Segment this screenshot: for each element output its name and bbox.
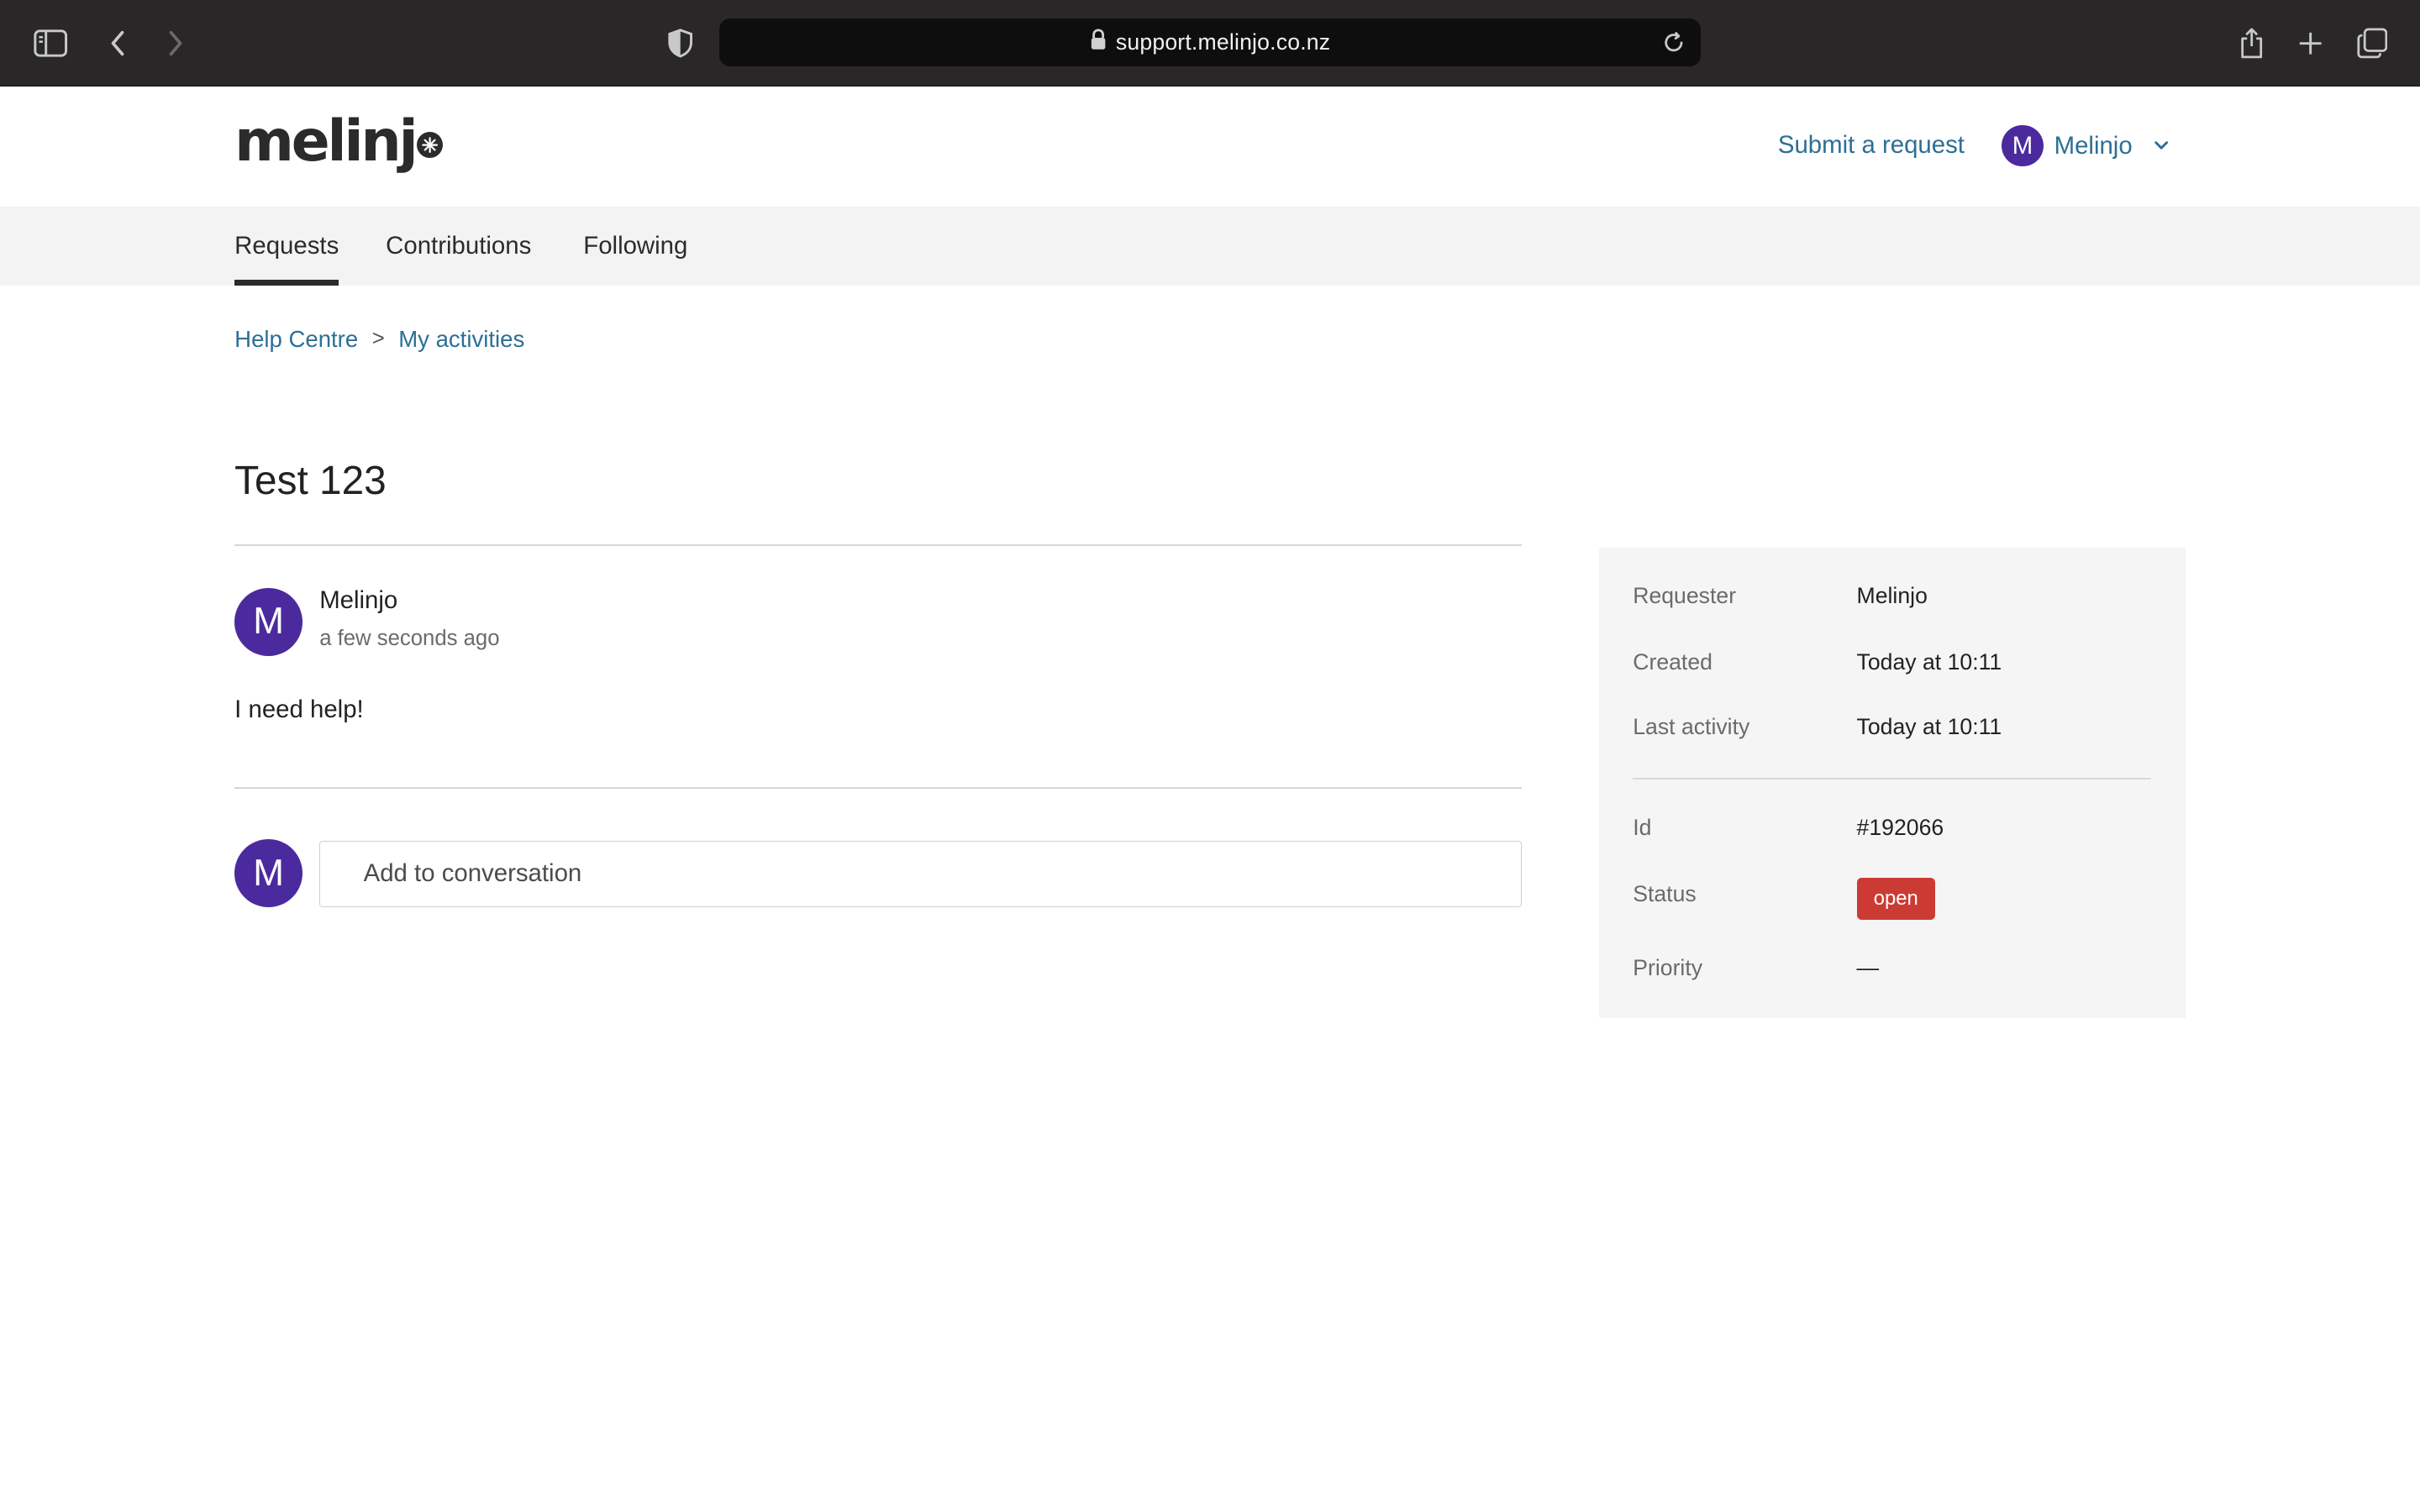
breadcrumb-my-activities[interactable]: My activities bbox=[398, 326, 524, 353]
logo-mark-icon bbox=[417, 132, 444, 159]
id-label: Id bbox=[1633, 814, 1652, 840]
address-bar[interactable]: support.melinjo.co.nz bbox=[718, 18, 1702, 66]
request-details-panel: Requester Melinjo Created Today at 10:11… bbox=[1598, 548, 2186, 1019]
tab-following[interactable]: Following bbox=[583, 207, 687, 286]
share-icon[interactable] bbox=[2230, 22, 2273, 65]
priority-label: Priority bbox=[1633, 954, 1703, 980]
submit-request-link[interactable]: Submit a request bbox=[1778, 131, 1965, 160]
comment-time: a few seconds ago bbox=[319, 626, 500, 650]
add-to-conversation-input[interactable] bbox=[319, 841, 1522, 907]
priority-value: — bbox=[1856, 954, 1880, 980]
divider bbox=[234, 544, 1522, 547]
divider bbox=[234, 786, 1522, 789]
last-activity-label: Last activity bbox=[1633, 714, 1750, 740]
requester-label: Requester bbox=[1633, 583, 1737, 609]
status-label: Status bbox=[1633, 880, 1697, 906]
logo-text: melinj bbox=[234, 108, 418, 176]
user-name: Melinjo bbox=[2054, 131, 2133, 160]
reply-avatar: M bbox=[234, 839, 302, 907]
status-badge: open bbox=[1856, 878, 1936, 920]
url-text: support.melinjo.co.nz bbox=[1115, 29, 1331, 55]
plus-icon[interactable] bbox=[2289, 22, 2332, 65]
tab-requests[interactable]: Requests bbox=[234, 207, 339, 286]
lock-icon bbox=[1090, 29, 1107, 57]
comment-body: I need help! bbox=[234, 696, 364, 724]
browser-toolbar: support.melinjo.co.nz bbox=[0, 0, 2420, 87]
id-value: #192066 bbox=[1856, 814, 1944, 840]
requester-value: Melinjo bbox=[1856, 583, 1928, 609]
tab-contributions[interactable]: Contributions bbox=[386, 207, 531, 286]
breadcrumb-help-centre[interactable]: Help Centre bbox=[234, 326, 358, 353]
shield-icon[interactable] bbox=[659, 22, 702, 65]
chevron-left-icon[interactable] bbox=[96, 22, 139, 65]
chevron-right-icon[interactable] bbox=[155, 22, 197, 65]
comment-avatar: M bbox=[234, 587, 302, 656]
chevron-down-icon bbox=[2154, 140, 2169, 151]
logo[interactable]: melinj bbox=[234, 108, 444, 176]
created-value: Today at 10:11 bbox=[1856, 649, 2002, 675]
reload-icon[interactable] bbox=[1659, 28, 1688, 57]
avatar: M bbox=[2002, 124, 2044, 167]
comment-author: Melinjo bbox=[319, 585, 398, 614]
activity-tabs: Requests Contributions Following bbox=[0, 207, 2420, 286]
site-header: melinj Submit a request M Melinjo bbox=[0, 87, 2420, 207]
breadcrumb-separator: > bbox=[371, 327, 385, 351]
user-menu[interactable]: M Melinjo bbox=[2002, 124, 2170, 167]
breadcrumb: Help Centre > My activities bbox=[234, 326, 524, 353]
created-label: Created bbox=[1633, 649, 1712, 675]
page-title: Test 123 bbox=[234, 459, 387, 504]
sidebar-toggle-icon[interactable] bbox=[29, 22, 72, 65]
tabs-overview-icon[interactable] bbox=[2350, 22, 2393, 65]
divider bbox=[1633, 777, 2152, 780]
last-activity-value: Today at 10:11 bbox=[1856, 714, 2002, 740]
